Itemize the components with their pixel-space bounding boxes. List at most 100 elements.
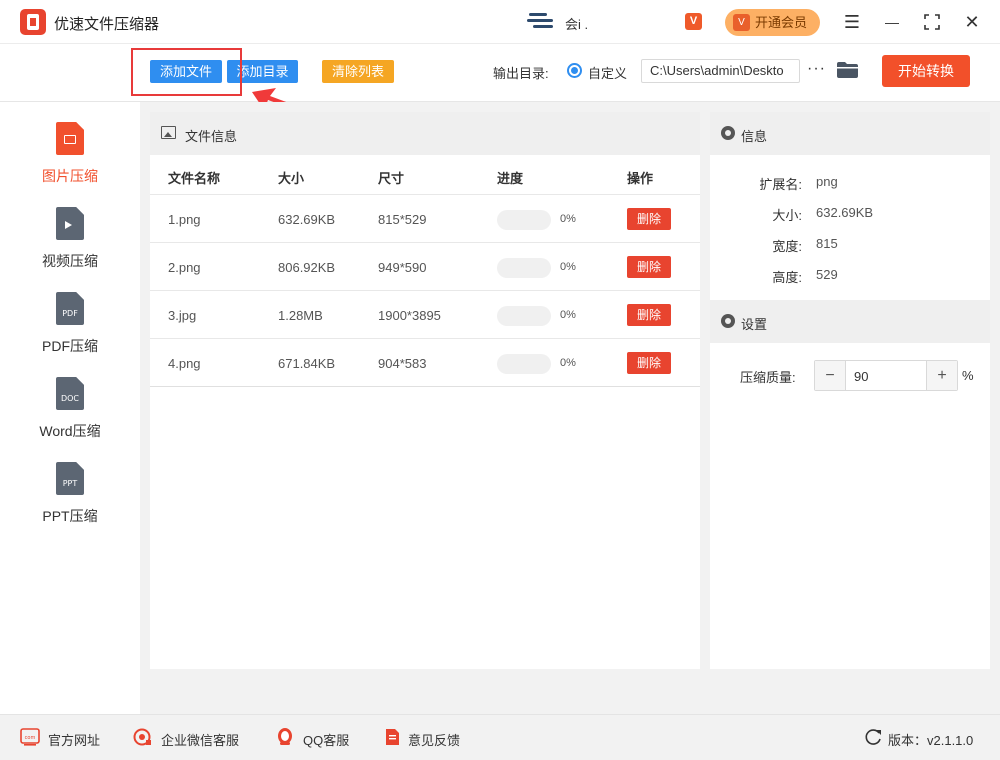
- more-icon[interactable]: ···: [807, 60, 827, 78]
- app-title: 优速文件压缩器: [54, 16, 160, 33]
- info-key: 扩展名:: [759, 177, 802, 192]
- sidebar-item-video[interactable]: 视频压缩: [0, 207, 140, 287]
- sidebar-item-image[interactable]: 图片压缩: [0, 122, 140, 202]
- file-panel-header: 文件信息: [150, 112, 700, 155]
- vip-badge-icon: V: [733, 14, 750, 31]
- wechat-support-link[interactable]: 企业微信客服: [161, 730, 239, 749]
- version-label: 版本：v2.1.1.0: [888, 733, 974, 748]
- feedback-link[interactable]: 意见反馈: [408, 730, 460, 749]
- column-header-action: 操作: [627, 171, 654, 186]
- info-key: 宽度:: [772, 239, 802, 254]
- file-name: 3.jpg: [168, 308, 197, 323]
- pdf-doc-icon: PDF: [56, 292, 84, 325]
- info-key: 大小:: [772, 208, 802, 223]
- folder-icon[interactable]: [837, 62, 858, 78]
- close-button[interactable]: ✕: [960, 10, 984, 34]
- file-size: 632.69KB: [278, 212, 336, 227]
- column-header-name: 文件名称: [168, 171, 221, 186]
- refresh-icon[interactable]: [864, 728, 884, 746]
- progress-bar: [497, 306, 551, 326]
- file-dimensions: 1900*3895: [378, 308, 441, 323]
- sidebar-item-label: 图片压缩: [42, 168, 98, 184]
- menu-icon[interactable]: ☰: [840, 10, 864, 34]
- app-logo-icon: [20, 9, 46, 35]
- table-row[interactable]: 2.png 806.92KB 949*590 0% 删除: [150, 242, 700, 290]
- table-row[interactable]: 3.jpg 1.28MB 1900*3895 0% 删除: [150, 290, 700, 338]
- word-doc-icon: DOC: [56, 377, 84, 410]
- custom-radio[interactable]: [567, 63, 582, 78]
- info-value: 632.69KB: [816, 205, 874, 220]
- info-panel: 信息 扩展名: png 大小: 632.69KB 宽度: 815 高度: 529…: [710, 112, 990, 669]
- table-row[interactable]: 1.png 632.69KB 815*529 0% 删除: [150, 194, 700, 242]
- sidebar-item-label: 视频压缩: [42, 253, 98, 269]
- progress-text: 0%: [560, 261, 576, 273]
- file-name: 4.png: [168, 356, 201, 371]
- delete-button[interactable]: 删除: [627, 256, 671, 278]
- video-doc-icon: [56, 207, 84, 240]
- user-avatar-icon[interactable]: [527, 11, 557, 33]
- progress-bar: [497, 258, 551, 278]
- vip-button-label: 开通会员: [755, 15, 808, 30]
- info-value: 815: [816, 236, 838, 251]
- maximize-button[interactable]: [920, 10, 944, 34]
- quality-increase-button[interactable]: +: [926, 361, 957, 390]
- title-bar: 优速文件压缩器 会i . V V 开通会员 ☰ — ✕: [0, 0, 1000, 44]
- sidebar: 图片压缩 视频压缩 PDF PDF压缩 DOC Word压缩 PPT PPT压缩: [0, 102, 140, 714]
- settings-title: 设置: [741, 317, 768, 332]
- progress-text: 0%: [560, 309, 576, 321]
- svg-text:com: com: [25, 735, 36, 741]
- table-row[interactable]: 4.png 671.84KB 904*583 0% 删除: [150, 338, 700, 386]
- info-panel-header: 信息: [710, 112, 990, 155]
- progress-bar: [497, 210, 551, 230]
- user-name[interactable]: 会i .: [565, 14, 588, 33]
- file-name: 2.png: [168, 260, 201, 275]
- file-size: 1.28MB: [278, 308, 323, 323]
- table-divider: [150, 386, 700, 387]
- feedback-icon: [386, 729, 399, 745]
- sidebar-item-label: Word压缩: [39, 423, 101, 439]
- file-size: 671.84KB: [278, 356, 336, 371]
- info-value: png: [816, 174, 838, 189]
- gear-icon: [721, 126, 735, 140]
- progress-bar: [497, 354, 551, 374]
- image-doc-icon: [56, 122, 84, 155]
- delete-button[interactable]: 删除: [627, 208, 671, 230]
- quality-label: 压缩质量:: [740, 370, 796, 385]
- file-info-panel: 文件信息 文件名称 大小 尺寸 进度 操作 1.png 632.69KB 815*5…: [150, 112, 700, 669]
- minimize-button[interactable]: —: [880, 10, 904, 34]
- output-path-input[interactable]: C:\Users\admin\Deskto: [641, 59, 800, 83]
- vip-button[interactable]: V 开通会员: [725, 9, 820, 36]
- quality-value-input[interactable]: 90: [854, 369, 868, 384]
- gear-icon: [721, 314, 735, 328]
- file-panel-title: 文件信息: [185, 129, 238, 144]
- delete-button[interactable]: 删除: [627, 352, 671, 374]
- quality-unit: %: [962, 368, 974, 383]
- qq-icon: [278, 728, 292, 745]
- quality-decrease-button[interactable]: −: [815, 361, 846, 390]
- column-header-dims: 尺寸: [378, 171, 405, 186]
- file-dimensions: 949*590: [378, 260, 427, 275]
- start-convert-button[interactable]: 开始转换: [882, 55, 970, 87]
- file-size: 806.92KB: [278, 260, 336, 275]
- progress-text: 0%: [560, 213, 576, 225]
- qq-support-link[interactable]: QQ客服: [303, 730, 349, 749]
- vip-icon[interactable]: V: [685, 13, 702, 30]
- wechat-icon: [133, 728, 151, 746]
- clear-list-button[interactable]: 清除列表: [322, 60, 394, 83]
- file-name: 1.png: [168, 212, 201, 227]
- settings-header: 设置: [710, 300, 990, 343]
- custom-radio-label[interactable]: 自定义: [588, 63, 627, 82]
- website-link[interactable]: 官方网址: [48, 730, 100, 749]
- sidebar-item-word[interactable]: DOC Word压缩: [0, 377, 140, 457]
- info-value: 529: [816, 267, 838, 282]
- image-icon: [161, 126, 176, 139]
- sidebar-item-ppt[interactable]: PPT PPT压缩: [0, 462, 140, 542]
- maximize-icon: [924, 14, 940, 30]
- column-header-progress: 进度: [497, 171, 524, 186]
- delete-button[interactable]: 删除: [627, 304, 671, 326]
- sidebar-item-pdf[interactable]: PDF PDF压缩: [0, 292, 140, 372]
- output-dir-label: 输出目录:: [493, 66, 549, 81]
- file-dimensions: 815*529: [378, 212, 427, 227]
- column-header-size: 大小: [278, 171, 305, 186]
- info-panel-title: 信息: [741, 129, 768, 144]
